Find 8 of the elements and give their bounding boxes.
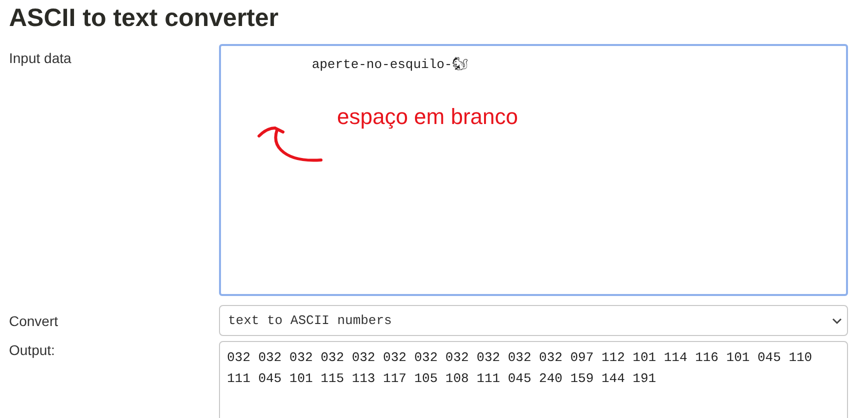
- field-label: Convert: [9, 313, 58, 329]
- page-title: ASCII to text converter: [9, 3, 279, 33]
- arrow-drawing: [257, 124, 323, 164]
- convert-select[interactable]: text to ASCII numbers: [219, 305, 848, 336]
- annotation-text: espaço em branco: [337, 103, 518, 131]
- field-label: Input data: [9, 50, 72, 66]
- field-label: Output:: [9, 342, 55, 358]
- output-field[interactable]: 032 032 032 032 032 032 032 032 032 032 032 097 112 101 114 116 101 045 110 111 045 101 115 113 117 105 108 111 045 240 159 144 191: [219, 341, 848, 418]
